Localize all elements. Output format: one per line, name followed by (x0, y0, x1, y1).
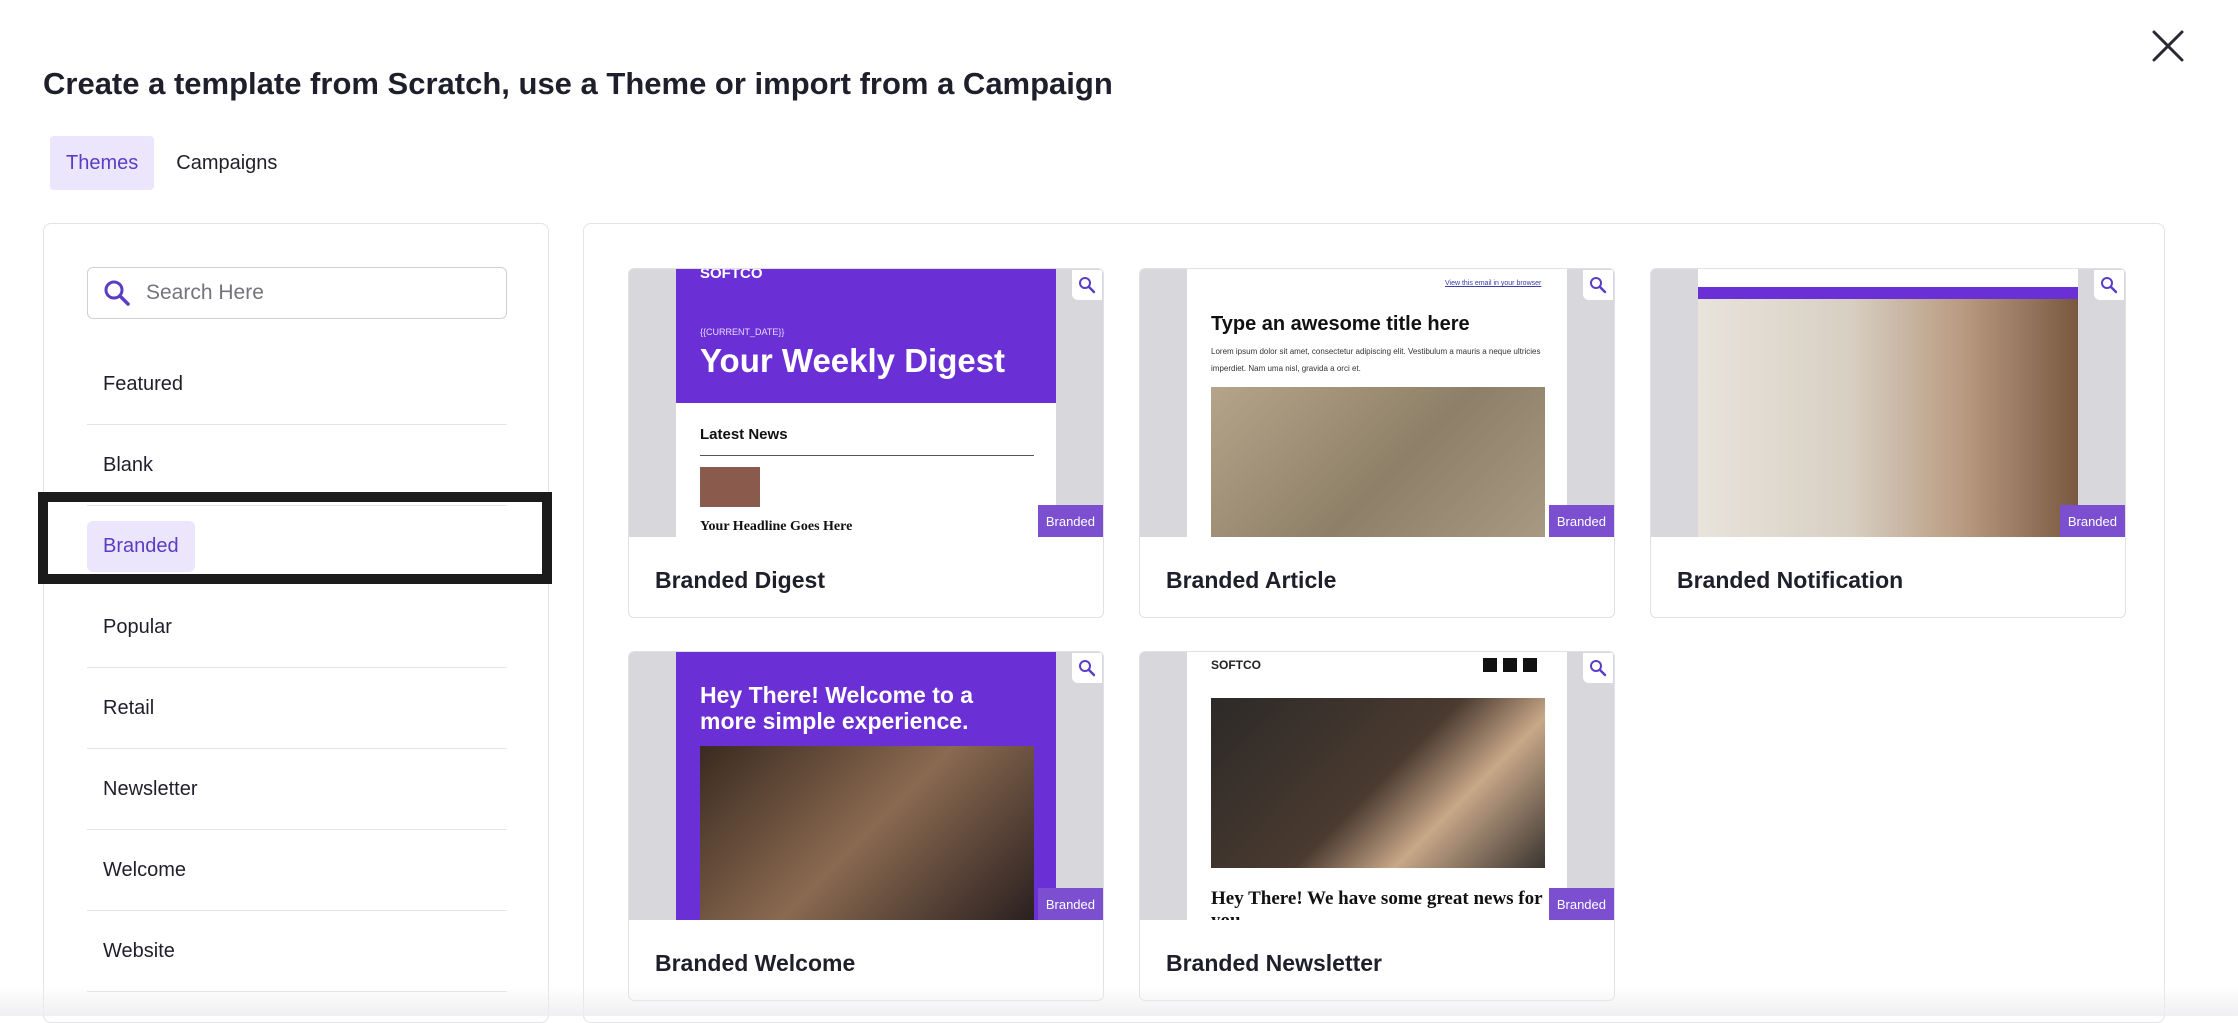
preview-image (1698, 299, 2078, 537)
preview-headline: Hey There! Welcome to a more simple expe… (700, 682, 974, 734)
zoom-icon (1590, 277, 1607, 294)
email-preview: SOFTCO Hey There! We have some great new… (1187, 652, 1567, 920)
preview-zoom-button[interactable] (1583, 653, 1613, 683)
preview-item: Your Headline Goes Here (700, 519, 853, 534)
template-card-branded-digest[interactable]: SOFTCO {{CURRENT_DATE}} Your Weekly Dige… (628, 268, 1104, 618)
branded-badge: Branded (1037, 888, 1103, 920)
category-branded[interactable]: Branded (87, 506, 507, 587)
template-name: Branded Welcome (655, 950, 856, 976)
category-welcome[interactable]: Welcome (87, 830, 507, 911)
preview-zoom-button[interactable] (1072, 270, 1102, 300)
preview-headline: Hey There! We have some great news for y… (1211, 888, 1543, 920)
preview-view-link: View this email in your browser (1445, 280, 1542, 287)
zoom-icon (2101, 277, 2118, 294)
email-preview: Hey There! Welcome to a more simple expe… (676, 652, 1056, 920)
category-label: Retail (103, 696, 155, 719)
close-button[interactable] (2148, 26, 2188, 66)
category-label: Newsletter (103, 777, 198, 800)
template-card-branded-newsletter[interactable]: SOFTCO Hey There! We have some great new… (1139, 651, 1615, 1001)
preview-image (700, 746, 1034, 920)
preview-image (1211, 387, 1545, 537)
category-label: Branded (87, 520, 195, 572)
category-list: Featured Blank Branded Popular Retail Ne… (87, 344, 507, 992)
search-input[interactable] (144, 280, 488, 306)
tab-bar: Themes Campaigns (50, 136, 293, 190)
tab-themes[interactable]: Themes (50, 136, 155, 190)
email-preview: SOFTCO {{CURRENT_DATE}} Your Weekly Dige… (676, 269, 1056, 537)
template-card-branded-article[interactable]: View this email in your browser Type an … (1139, 268, 1615, 618)
preview-logo: SOFTCO (1211, 658, 1261, 672)
template-preview: Hey There! Welcome to a more simple expe… (629, 652, 1103, 920)
category-label: Featured (103, 372, 184, 395)
category-blank[interactable]: Blank (87, 425, 507, 506)
category-popular[interactable]: Popular (87, 587, 507, 668)
template-name: Branded Newsletter (1166, 950, 1383, 976)
category-newsletter[interactable]: Newsletter (87, 749, 507, 830)
twitter-icon (1503, 658, 1517, 672)
preview-headline: Your Weekly Digest (700, 342, 1006, 379)
preview-date-tag: {{CURRENT_DATE}} (700, 327, 785, 337)
zoom-icon (1590, 660, 1607, 677)
preview-zoom-button[interactable] (1072, 653, 1102, 683)
preview-header-bar (1698, 287, 2078, 299)
category-website[interactable]: Website (87, 911, 507, 992)
template-card-branded-welcome[interactable]: Hey There! Welcome to a more simple expe… (628, 651, 1104, 1001)
email-preview (1698, 269, 2078, 537)
zoom-icon (1079, 660, 1096, 677)
template-name: Branded Notification (1677, 567, 1904, 593)
preview-image (1211, 698, 1545, 868)
template-card-branded-notification[interactable]: Branded Branded Notification (1650, 268, 2126, 618)
template-name: Branded Article (1166, 567, 1337, 593)
branded-badge: Branded (2059, 505, 2125, 537)
zoom-icon (1079, 277, 1096, 294)
template-preview: SOFTCO Hey There! We have some great new… (1140, 652, 1614, 920)
category-retail[interactable]: Retail (87, 668, 507, 749)
category-label: Welcome (103, 858, 186, 881)
preview-image (700, 467, 760, 507)
category-featured[interactable]: Featured (87, 344, 507, 425)
template-name: Branded Digest (655, 567, 825, 593)
category-label: Blank (103, 453, 154, 476)
search-icon (104, 280, 130, 306)
search-box (87, 267, 507, 319)
branded-badge: Branded (1548, 888, 1614, 920)
category-sidebar: Featured Blank Branded Popular Retail Ne… (43, 223, 549, 1023)
facebook-icon (1483, 658, 1497, 672)
template-gallery: SOFTCO {{CURRENT_DATE}} Your Weekly Dige… (583, 223, 2165, 1023)
template-preview: Branded (1651, 269, 2125, 537)
preview-divider (700, 455, 1034, 456)
branded-badge: Branded (1037, 505, 1103, 537)
preview-body: Lorem ipsum dolor sit amet, consectetur … (1211, 347, 1541, 373)
page-title: Create a template from Scratch, use a Th… (43, 66, 1113, 101)
email-preview: View this email in your browser Type an … (1187, 269, 1567, 537)
close-icon (2152, 30, 2184, 62)
template-preview: SOFTCO {{CURRENT_DATE}} Your Weekly Dige… (629, 269, 1103, 537)
category-label: Popular (103, 615, 172, 638)
category-label: Website (103, 939, 175, 962)
preview-section: Latest News (700, 426, 788, 443)
linkedin-icon (1523, 658, 1537, 672)
preview-headline: Type an awesome title here (1211, 313, 1470, 335)
preview-zoom-button[interactable] (1583, 270, 1613, 300)
branded-badge: Branded (1548, 505, 1614, 537)
preview-zoom-button[interactable] (2094, 270, 2124, 300)
tab-campaigns[interactable]: Campaigns (160, 136, 293, 190)
template-preview: View this email in your browser Type an … (1140, 269, 1614, 537)
preview-logo: SOFTCO (700, 269, 763, 282)
